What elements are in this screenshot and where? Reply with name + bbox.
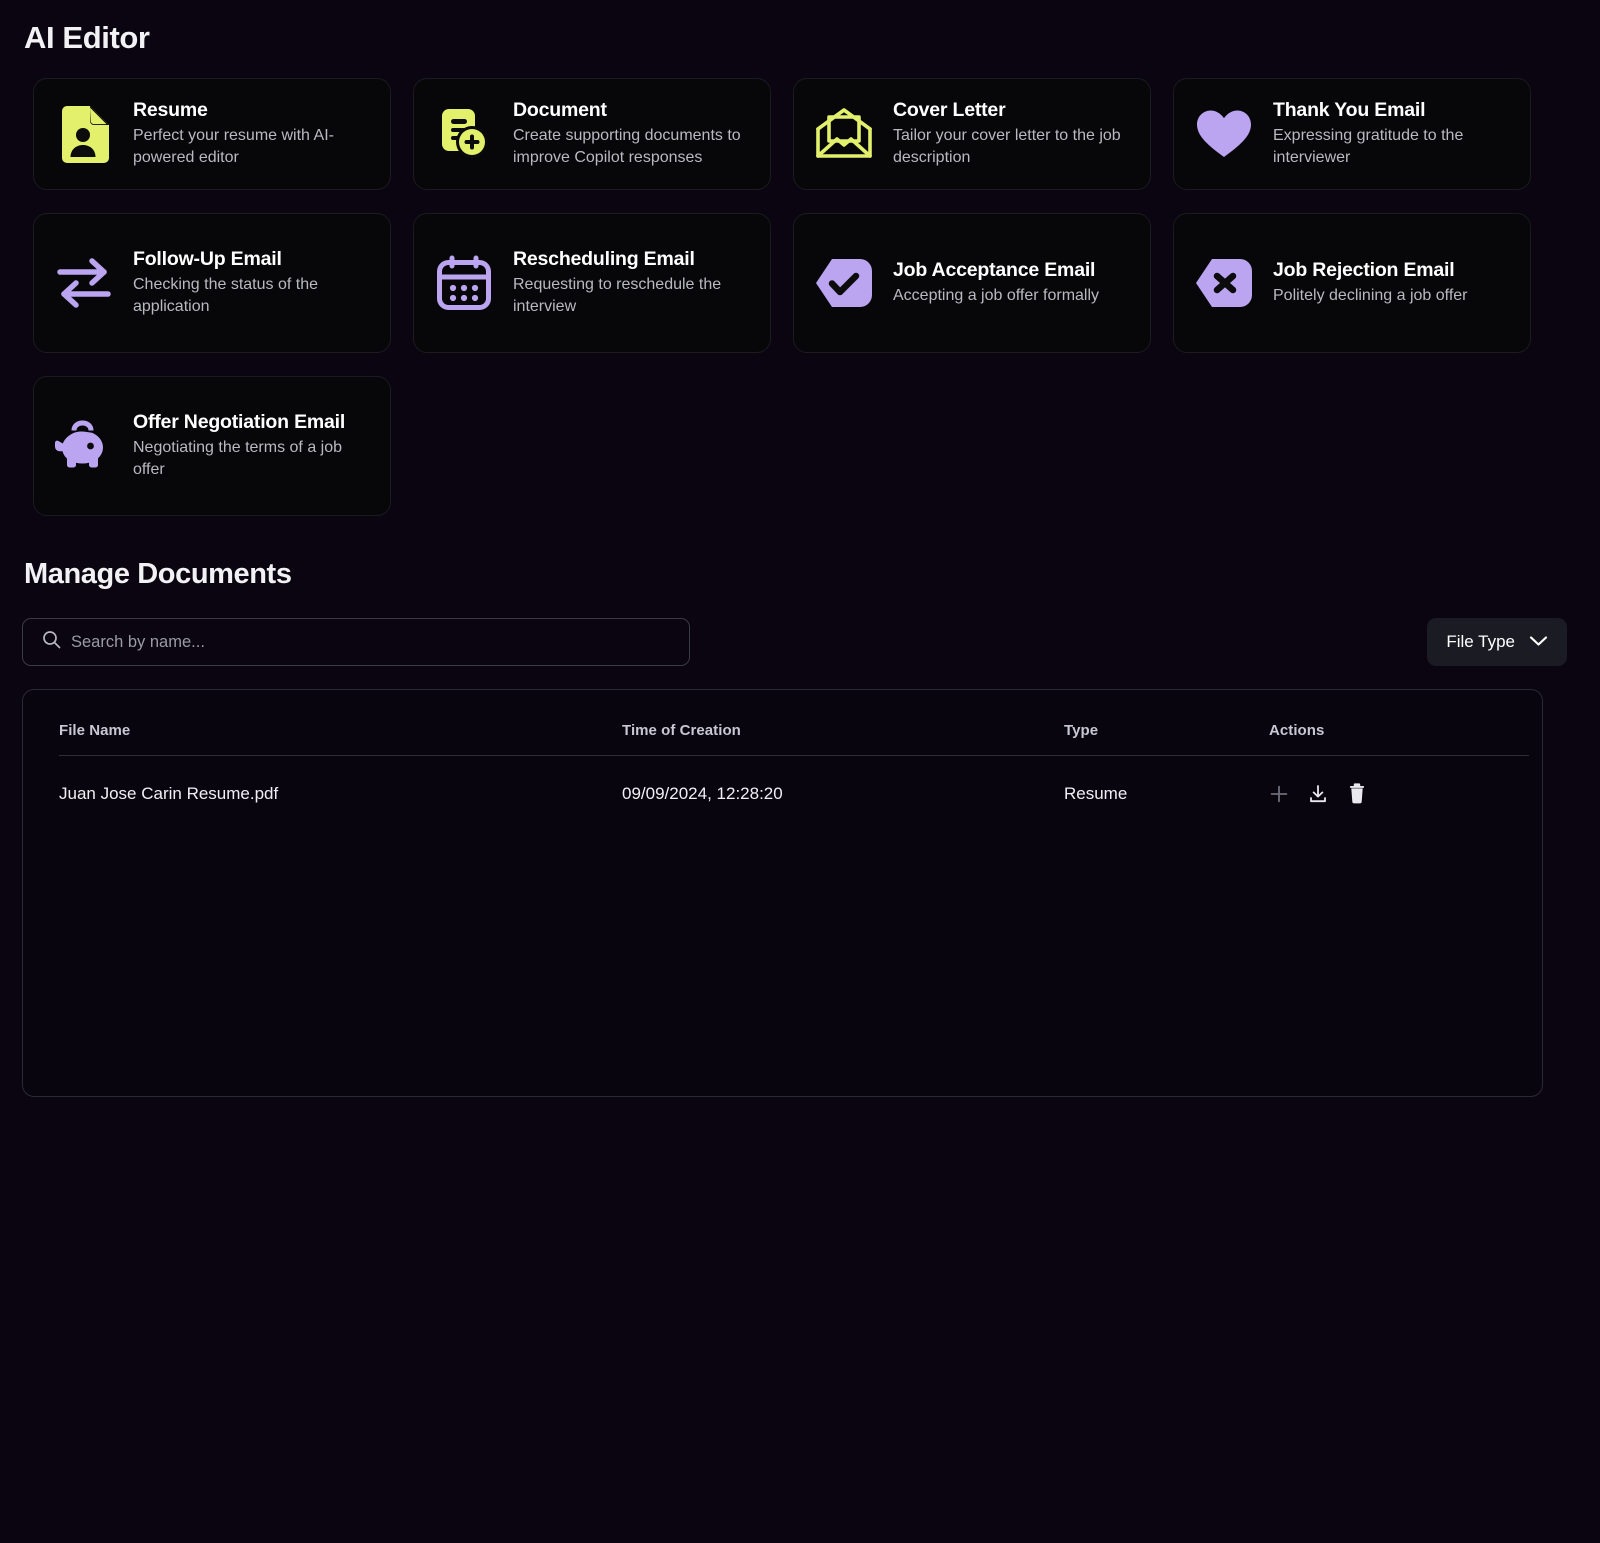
page-title: AI Editor [24,20,1568,56]
documents-table: File Name Time of Creation Type Actions … [59,690,1529,804]
piggy-bank-icon [54,416,114,476]
cross-badge-icon [1194,253,1254,313]
two-way-arrows-icon [54,253,114,313]
tool-card-follow-up-email[interactable]: Follow-Up Email Checking the status of t… [33,213,391,353]
tool-desc: Negotiating the terms of a job offer [133,437,370,481]
tool-text: Job Rejection Email Politely declining a… [1273,259,1468,307]
cell-time-of-creation: 09/09/2024, 12:28:20 [622,756,1064,805]
tool-desc: Create supporting documents to improve C… [513,125,750,169]
calendar-icon [434,253,494,313]
tool-card-job-rejection-email[interactable]: Job Rejection Email Politely declining a… [1173,213,1531,353]
file-type-filter-button[interactable]: File Type [1427,618,1567,666]
tool-title: Follow-Up Email [133,248,370,271]
tool-text: Cover Letter Tailor your cover letter to… [893,99,1130,169]
column-header-file-name[interactable]: File Name [59,690,622,756]
manage-documents-title: Manage Documents [24,558,1568,591]
column-header-time-of-creation[interactable]: Time of Creation [622,690,1064,756]
tool-card-job-acceptance-email[interactable]: Job Acceptance Email Accepting a job off… [793,213,1151,353]
add-to-copilot-button[interactable] [1269,784,1289,804]
row-actions [1269,783,1529,804]
open-envelope-icon [814,104,874,164]
ai-editor-page: AI Editor Resume Perfect your resume wit… [0,0,1600,1543]
tool-text: Offer Negotiation Email Negotiating the … [133,411,370,481]
tool-card-thank-you-email[interactable]: Thank You Email Expressing gratitude to … [1173,78,1531,190]
tool-card-document[interactable]: Document Create supporting documents to … [413,78,771,190]
delete-button[interactable] [1347,783,1367,804]
tool-text: Thank You Email Expressing gratitude to … [1273,99,1510,169]
chevron-down-icon [1529,632,1548,652]
cell-type: Resume [1064,756,1269,805]
tool-desc: Expressing gratitude to the interviewer [1273,125,1510,169]
tool-text: Document Create supporting documents to … [513,99,750,169]
tool-text: Resume Perfect your resume with AI-power… [133,99,370,169]
tool-title: Thank You Email [1273,99,1510,122]
cell-actions [1269,756,1529,805]
documents-controls-row: File Type [22,618,1568,666]
trash-icon [1347,783,1367,804]
table-header-row: File Name Time of Creation Type Actions [59,690,1529,756]
table-body: Juan Jose Carin Resume.pdf 09/09/2024, 1… [59,756,1529,805]
tool-card-rescheduling-email[interactable]: Rescheduling Email Requesting to resched… [413,213,771,353]
tool-desc: Perfect your resume with AI-powered edit… [133,125,370,169]
tool-card-resume[interactable]: Resume Perfect your resume with AI-power… [33,78,391,190]
tool-title: Rescheduling Email [513,248,750,271]
column-header-actions: Actions [1269,690,1529,756]
download-icon [1308,784,1328,804]
plus-icon [1269,784,1289,804]
tool-title: Resume [133,99,370,122]
column-header-type[interactable]: Type [1064,690,1269,756]
document-add-icon [434,104,494,164]
tool-card-grid: Resume Perfect your resume with AI-power… [33,78,1568,516]
search-input[interactable] [71,633,673,652]
tool-desc: Accepting a job offer formally [893,285,1099,307]
heart-icon [1194,104,1254,164]
tool-desc: Checking the status of the application [133,274,370,318]
tool-title: Cover Letter [893,99,1130,122]
tool-card-cover-letter[interactable]: Cover Letter Tailor your cover letter to… [793,78,1151,190]
tool-title: Job Rejection Email [1273,259,1468,282]
tool-text: Rescheduling Email Requesting to resched… [513,248,750,318]
check-badge-icon [814,253,874,313]
search-icon [42,630,61,654]
tool-desc: Tailor your cover letter to the job desc… [893,125,1130,169]
documents-table-card: File Name Time of Creation Type Actions … [22,689,1543,1097]
tool-text: Follow-Up Email Checking the status of t… [133,248,370,318]
tool-title: Offer Negotiation Email [133,411,370,434]
search-box[interactable] [22,618,690,666]
download-button[interactable] [1308,784,1328,804]
resume-document-person-icon [54,104,114,164]
tool-desc: Requesting to reschedule the interview [513,274,750,318]
table-row[interactable]: Juan Jose Carin Resume.pdf 09/09/2024, 1… [59,756,1529,805]
tool-desc: Politely declining a job offer [1273,285,1468,307]
tool-title: Job Acceptance Email [893,259,1099,282]
cell-file-name: Juan Jose Carin Resume.pdf [59,756,622,805]
tool-text: Job Acceptance Email Accepting a job off… [893,259,1099,307]
tool-title: Document [513,99,750,122]
file-type-filter-label: File Type [1446,632,1515,652]
table-head: File Name Time of Creation Type Actions [59,690,1529,756]
tool-card-offer-negotiation-email[interactable]: Offer Negotiation Email Negotiating the … [33,376,391,516]
